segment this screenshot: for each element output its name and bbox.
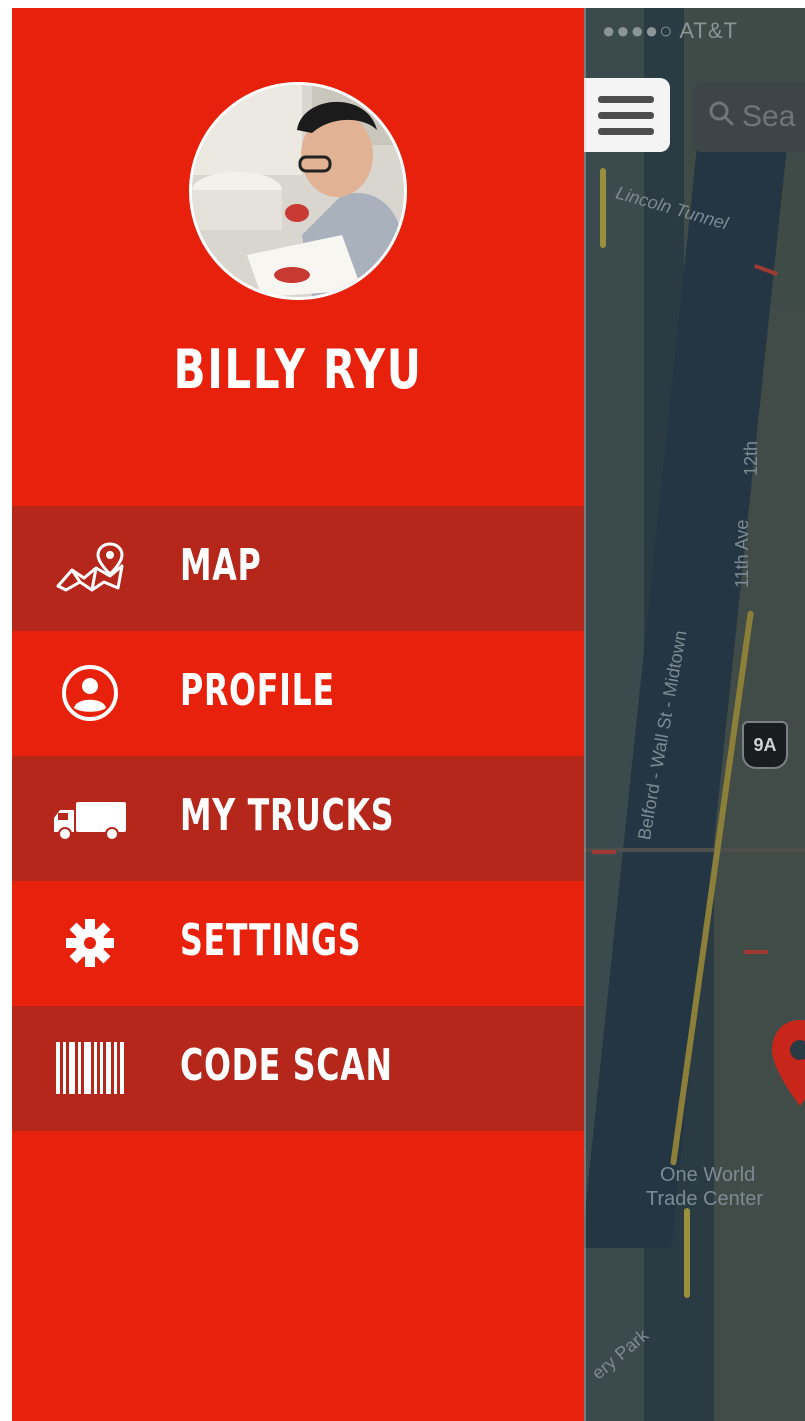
hamburger-line [598,128,654,135]
search-icon [709,101,734,126]
location-pin-icon[interactable] [770,1018,805,1108]
avatar[interactable] [189,82,407,300]
menu-item-profile[interactable]: PROFILE [12,631,584,756]
map-label-11th-ave: 11th Ave [732,519,752,588]
map-label-12th: 12th [741,440,762,477]
map-pin-icon [52,538,128,598]
menu-label-my-trucks: MY TRUCKS [180,790,395,841]
menu-label-map: MAP [180,540,262,591]
menu-label-profile: PROFILE [180,665,335,716]
menu-item-settings[interactable]: SETTINGS [12,881,584,1006]
gear-icon [52,913,128,973]
hamburger-line [598,112,654,119]
menu-item-map[interactable]: MAP [12,506,584,631]
hamburger-menu-button[interactable] [584,78,670,152]
drawer-edge [584,8,586,1421]
user-circle-icon [52,663,128,723]
map-road [584,848,805,852]
hamburger-line [598,96,654,103]
map-road-dash [744,950,768,954]
menu-item-code-scan[interactable]: CODE SCAN [12,1006,584,1131]
map-label-trade-center: Trade Center [646,1188,764,1210]
map-road-dash [592,850,616,854]
route-shield-icon: 9A [742,721,788,769]
barcode-icon [52,1038,128,1098]
navigation-drawer: BILLY RYU MAP PROFILE MY TRUCKS SETTINGS… [12,8,584,1421]
drawer-menu: MAP PROFILE MY TRUCKS SETTINGS CODE SCAN [12,506,584,1131]
user-name: BILLY RYU [173,338,423,401]
truck-icon [52,788,128,848]
map-label-one-world: One World [660,1164,756,1186]
menu-label-code-scan: CODE SCAN [180,1040,393,1091]
map-search-field[interactable]: Sea [692,82,805,152]
menu-label-settings: SETTINGS [180,915,362,966]
profile-photo [192,85,404,297]
status-bar-carrier: ●●●●○ AT&T [602,18,738,43]
search-placeholder: Sea [742,100,796,133]
map-route [684,1208,690,1298]
map-background[interactable]: ●●●●○ AT&T Lincoln Tunnel 12th 11th Ave … [584,8,805,1421]
menu-item-my-trucks[interactable]: MY TRUCKS [12,756,584,881]
map-route [600,168,606,248]
